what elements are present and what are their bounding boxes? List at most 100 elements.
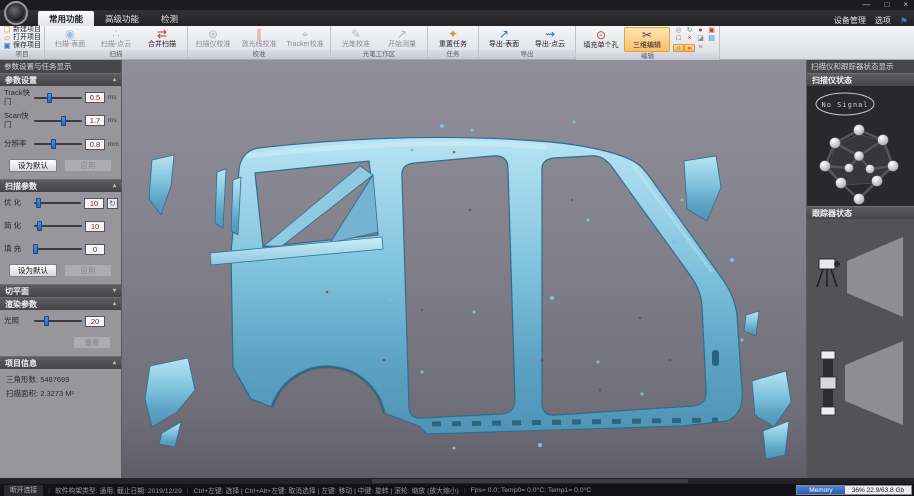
- track-shutter-slider[interactable]: [34, 97, 82, 99]
- rect-select-icon[interactable]: □: [673, 35, 684, 43]
- resolution-slider[interactable]: [34, 143, 82, 145]
- table-icon[interactable]: ▤: [706, 35, 717, 43]
- slider-handle[interactable]: [51, 139, 56, 149]
- app-logo[interactable]: [4, 1, 28, 25]
- reset-render-button[interactable]: 重置: [73, 336, 111, 349]
- 3d-viewport[interactable]: [122, 60, 806, 478]
- apply-button[interactable]: 应用: [64, 264, 112, 277]
- section-title: 项目信息: [5, 357, 37, 369]
- minimize-button[interactable]: —: [862, 0, 870, 10]
- simplify-slider[interactable]: [34, 225, 82, 227]
- tab-advanced-functions[interactable]: 高级功能: [94, 11, 150, 26]
- bottom-strip-segment: [372, 479, 688, 483]
- start-measure-button[interactable]: ↗ 开始测量: [379, 27, 425, 50]
- fill-hole-icon: ⊙: [596, 29, 606, 42]
- laser-calibration-button[interactable]: ∥ 激光线校准: [236, 27, 282, 50]
- set-default-button[interactable]: 设为默认: [9, 159, 57, 172]
- device-management-menu[interactable]: 设备管理: [834, 15, 866, 26]
- optimize-value[interactable]: 10: [84, 198, 104, 209]
- ribbon-tab-bar: 常用功能 高级功能 检测 设备管理 选项 ⚑: [0, 10, 914, 26]
- apply-button[interactable]: 应用: [64, 159, 112, 172]
- ellipse-select-icon[interactable]: ○: [673, 44, 684, 52]
- car-body-scan: [231, 137, 742, 434]
- slider-handle[interactable]: [36, 198, 41, 208]
- refresh-icon[interactable]: ↻: [684, 27, 695, 35]
- button-label: 打开项目: [13, 34, 41, 42]
- scan-pointcloud-button[interactable]: ∴ 扫描-点云: [93, 27, 139, 50]
- ribbon-group-project: ❏ 新建项目 ▱ 打开项目 ▣ 保存项目 项目: [0, 26, 45, 59]
- flag-icon[interactable]: ⚑: [900, 16, 908, 26]
- button-label: 导出-表面: [489, 41, 519, 49]
- list-icon[interactable]: ≡: [695, 44, 706, 52]
- export-pointcloud-button[interactable]: ⇝ 导出-点云: [527, 27, 573, 50]
- scan-surface-button[interactable]: ◉ 扫描-表面: [47, 27, 93, 50]
- fill-slider[interactable]: [34, 248, 82, 250]
- fill-hole-button[interactable]: ⊙ 填充单个孔: [578, 27, 624, 52]
- export-cloud-icon: ⇝: [545, 28, 555, 41]
- optimize-slider[interactable]: [34, 202, 81, 204]
- section-title: 跟踪器状态: [812, 207, 852, 219]
- ribbon-group-edit: ⊙ 填充单个孔 ✂ 三维编辑 ◎ ↻ ● ▣ □ × ◪ ▤ ○ ●: [576, 26, 720, 59]
- section-header-tracker-status[interactable]: 跟踪器状态: [807, 206, 914, 219]
- slider-handle[interactable]: [44, 316, 49, 326]
- section-header-scanner-status[interactable]: 扫描仪状态: [807, 73, 914, 86]
- save-disk-icon: ▣: [3, 42, 11, 50]
- camera-body: [819, 259, 835, 269]
- history-refresh-icon[interactable]: ↻: [107, 198, 118, 209]
- slider-handle[interactable]: [47, 93, 52, 103]
- close-button[interactable]: ×: [903, 0, 908, 10]
- export-surface-button[interactable]: ↗ 导出-表面: [481, 27, 527, 50]
- track-shutter-value[interactable]: 0.5: [85, 92, 105, 103]
- section-header-scan-params[interactable]: 扫描参数 ▴: [0, 179, 121, 192]
- trash-icon[interactable]: ▣: [706, 27, 717, 35]
- slider-handle[interactable]: [37, 221, 42, 231]
- merge-scan-button[interactable]: ⇄ 合并扫描: [139, 27, 185, 50]
- section-header-cut-plane[interactable]: 切平面 ▾: [0, 284, 121, 297]
- reset-task-button[interactable]: ✦ 重置任务: [430, 27, 476, 50]
- fill-value[interactable]: 0: [85, 244, 105, 255]
- mouse-hints: Ctrl+左键: 选择 | Ctrl+Alt+左键: 取消选择 | 左键: 移动…: [194, 485, 459, 495]
- slider-handle[interactable]: [61, 116, 66, 126]
- unit-label: mm: [108, 141, 118, 148]
- resolution-value[interactable]: 0.8: [85, 139, 105, 150]
- view-mode-icon[interactable]: ◎: [673, 27, 684, 35]
- tab-inspection[interactable]: 检测: [150, 11, 189, 26]
- scan-model-3d[interactable]: [122, 60, 806, 478]
- scan-shutter-value[interactable]: 1.7: [85, 115, 105, 126]
- lasso-select-icon[interactable]: ◪: [695, 35, 706, 43]
- fov-cone: [845, 341, 903, 425]
- tab-common-functions[interactable]: 常用功能: [38, 11, 94, 26]
- merge-arrows-icon: ⇄: [157, 28, 167, 41]
- delete-selection-icon[interactable]: ×: [684, 35, 695, 43]
- save-project-button[interactable]: ▣ 保存项目: [3, 42, 41, 50]
- ribbon-group-calibration: ⊛ 扫描仪校准 ∥ 激光线校准 ⌖ Tracker校准 校准: [188, 26, 331, 59]
- section-header-render[interactable]: 渲染参数 ▴: [0, 297, 121, 310]
- button-label: 扫描仪校准: [196, 41, 231, 49]
- options-menu[interactable]: 选项: [875, 15, 891, 26]
- button-label: 保存项目: [13, 42, 41, 50]
- section-title: 切平面: [5, 285, 29, 297]
- section-title: 渲染参数: [5, 298, 37, 310]
- maximize-button[interactable]: □: [884, 0, 889, 10]
- scan-shutter-slider[interactable]: [34, 120, 82, 122]
- tracker-calibration-button[interactable]: ⌖ Tracker校准: [282, 27, 328, 50]
- edit-3d-button[interactable]: ✂ 三维编辑: [624, 27, 670, 52]
- front-pillar-slot: [712, 350, 719, 366]
- lighting-slider[interactable]: [34, 320, 82, 322]
- simplify-value[interactable]: 10: [85, 221, 105, 232]
- lighting-value[interactable]: 20: [85, 316, 105, 327]
- brush-select-icon[interactable]: ●: [684, 44, 695, 52]
- section-header-project-info[interactable]: 项目信息 ▴: [0, 356, 121, 369]
- slider-label: Track快门: [4, 89, 31, 106]
- scanner-calibration-button[interactable]: ⊛ 扫描仪校准: [190, 27, 236, 50]
- collapse-arrow-icon: ▴: [113, 357, 116, 369]
- scan-area-row: 扫描面积: 2.3273 M²: [0, 387, 121, 401]
- record-icon[interactable]: ●: [695, 27, 706, 35]
- info-label: 扫描面积:: [6, 389, 38, 398]
- pen-calibration-button[interactable]: ✎ 光笔校准: [333, 27, 379, 50]
- set-default-button[interactable]: 设为默认: [9, 264, 57, 277]
- separator: |: [464, 487, 466, 494]
- scissors-icon: ✂: [642, 29, 652, 42]
- section-header-parameters[interactable]: 参数设置 ▴: [0, 73, 121, 86]
- slider-handle[interactable]: [33, 244, 38, 254]
